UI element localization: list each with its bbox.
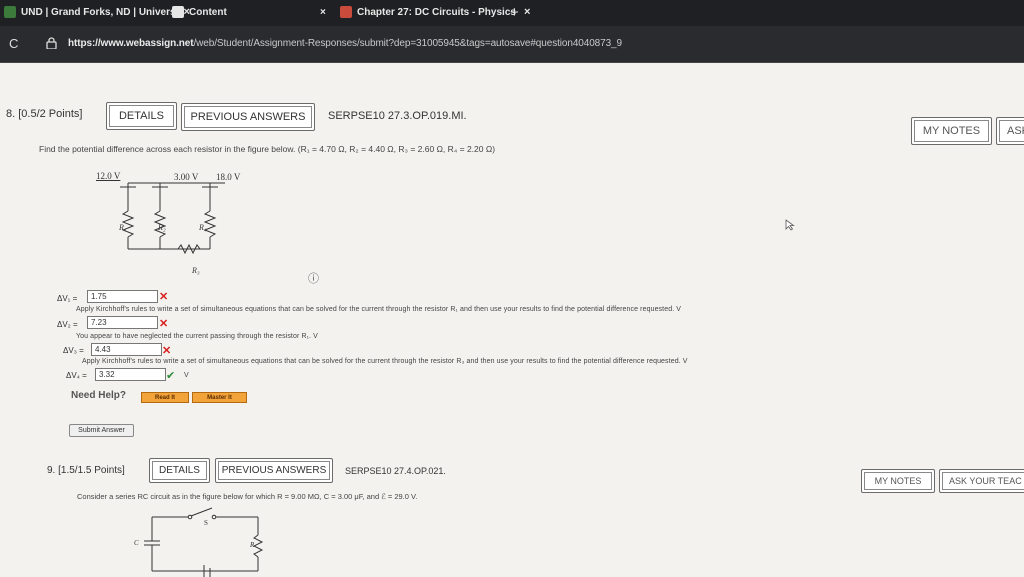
physics-favicon-icon bbox=[340, 6, 352, 18]
delta-v3-label: ΔV₃ = bbox=[63, 346, 84, 355]
read-it-button[interactable]: Read It bbox=[141, 392, 189, 403]
my-notes-button[interactable]: MY NOTES bbox=[911, 117, 992, 145]
question-prompt: Consider a series RC circuit as in the f… bbox=[77, 492, 418, 501]
previous-answers-button[interactable]: PREVIOUS ANSWERS bbox=[215, 458, 333, 483]
tab-und[interactable]: UND | Grand Forks, ND | Univers × bbox=[4, 0, 190, 24]
question-9-number: 9. [1.5/1.5 Points] bbox=[47, 465, 125, 476]
url-path: /web/Student/Assignment-Responses/submit… bbox=[193, 38, 622, 49]
tab-label: UND | Grand Forks, ND | Univers bbox=[21, 6, 176, 18]
ask-your-teacher-button[interactable]: ASK YOUR TEAC bbox=[939, 469, 1024, 493]
incorrect-icon: ✕ bbox=[159, 318, 169, 330]
content-favicon-icon bbox=[172, 6, 184, 18]
previous-answers-button[interactable]: PREVIOUS ANSWERS bbox=[181, 103, 315, 131]
cursor-icon bbox=[785, 219, 795, 231]
lock-icon[interactable] bbox=[46, 37, 57, 49]
delta-v4-unit: V bbox=[184, 372, 189, 379]
delta-v4-input[interactable]: 3.32 bbox=[95, 368, 166, 381]
my-notes-button[interactable]: MY NOTES bbox=[861, 469, 935, 493]
url-field[interactable]: https://www.webassign.net/web/Student/As… bbox=[68, 38, 622, 49]
info-icon[interactable]: ⓘ bbox=[308, 270, 319, 286]
delta-v2-input[interactable]: 7.23 bbox=[87, 316, 158, 329]
incorrect-icon: ✕ bbox=[159, 291, 169, 303]
incorrect-icon: ✕ bbox=[162, 345, 172, 357]
capacitor-label: C bbox=[134, 539, 139, 547]
resistor-label-r2: R₂ bbox=[158, 223, 166, 232]
resistor-label-r1: R₁ bbox=[119, 223, 127, 232]
delta-v2-hint: You appear to have neglected the current… bbox=[76, 333, 318, 340]
details-button[interactable]: DETAILS bbox=[149, 458, 210, 483]
close-icon[interactable]: × bbox=[320, 0, 326, 24]
resistor-label-r3: R₃ bbox=[192, 266, 200, 275]
tab-label: Content bbox=[189, 6, 227, 18]
rc-circuit-figure bbox=[144, 507, 264, 577]
delta-v3-input[interactable]: 4.43 bbox=[91, 343, 162, 356]
browser-tab-bar: UND | Grand Forks, ND | Univers × Conten… bbox=[0, 0, 1024, 26]
delta-v2-label: ΔV₂ = bbox=[57, 320, 78, 329]
close-icon[interactable]: × bbox=[524, 6, 530, 18]
question-code: SERPSE10 27.4.OP.021. bbox=[345, 466, 446, 476]
und-favicon-icon bbox=[4, 6, 16, 18]
delta-v1-hint: Apply Kirchhoff's rules to write a set o… bbox=[76, 306, 682, 313]
battery-label-2: 3.00 V bbox=[174, 172, 199, 182]
delta-v3-hint: Apply Kirchhoff's rules to write a set o… bbox=[82, 358, 688, 365]
ask-button[interactable]: ASK bbox=[996, 117, 1024, 145]
question-code: SERPSE10 27.3.OP.019.MI. bbox=[328, 110, 467, 122]
reload-icon[interactable]: C bbox=[9, 36, 18, 51]
new-tab-button[interactable]: + bbox=[510, 0, 519, 24]
tab-chapter-27[interactable]: Chapter 27: DC Circuits - Physics × bbox=[340, 0, 530, 24]
correct-icon: ✔ bbox=[166, 370, 176, 382]
tab-label: Chapter 27: DC Circuits - Physics bbox=[357, 6, 516, 18]
submit-answer-button[interactable]: Submit Answer bbox=[69, 424, 134, 437]
tab-content[interactable]: Content bbox=[172, 0, 227, 24]
resistor-label: R bbox=[250, 541, 255, 549]
master-it-button[interactable]: Master It bbox=[192, 392, 247, 403]
delta-v1-label: ΔV₁ = bbox=[57, 294, 78, 303]
battery-label-1: 12.0 V bbox=[96, 171, 121, 181]
battery-label-3: 18.0 V bbox=[216, 172, 241, 182]
question-prompt: Find the potential difference across eac… bbox=[39, 144, 496, 154]
url-host: https://www.webassign.net bbox=[68, 38, 194, 49]
details-button[interactable]: DETAILS bbox=[106, 102, 177, 130]
delta-v4-label: ΔV₄ = bbox=[66, 371, 87, 380]
delta-v1-input[interactable]: 1.75 bbox=[87, 290, 158, 303]
need-help-label: Need Help? bbox=[71, 390, 127, 401]
switch-label: S bbox=[204, 519, 208, 527]
resistor-label-r4: R₄ bbox=[199, 223, 207, 232]
address-bar: C https://www.webassign.net/web/Student/… bbox=[0, 26, 1024, 63]
question-8-number: 8. [0.5/2 Points] bbox=[6, 108, 83, 120]
